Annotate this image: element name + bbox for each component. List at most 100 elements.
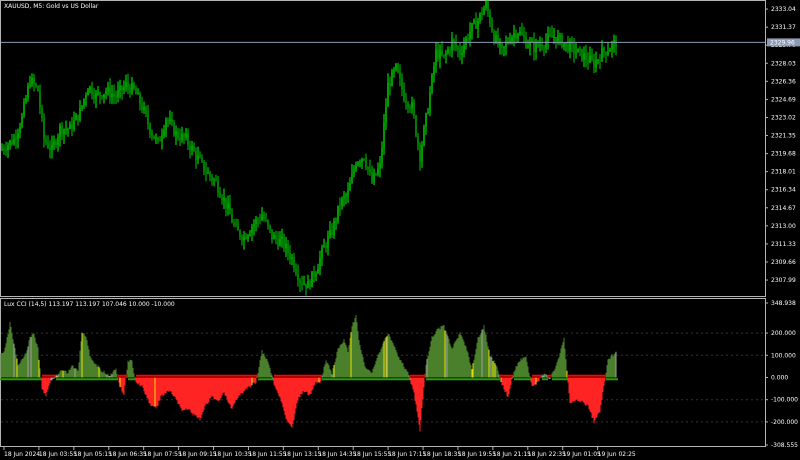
candle-body (371, 171, 373, 183)
candle-body (163, 130, 165, 136)
candle-body (427, 111, 429, 114)
candle-body (325, 245, 327, 248)
candle-body (201, 157, 203, 161)
candle-body (615, 40, 617, 47)
candle-body (189, 144, 191, 151)
candle-body (301, 282, 303, 285)
candle-body (241, 236, 243, 241)
candle-body (235, 224, 237, 226)
candle-body (515, 33, 517, 39)
candle-body (311, 271, 313, 288)
candle-body (513, 33, 515, 37)
candle-body (83, 98, 85, 106)
candle-body (391, 71, 393, 86)
candle-body (51, 144, 53, 151)
candle-body (133, 83, 135, 89)
candle-body (39, 91, 41, 108)
candle-body (61, 125, 63, 135)
candle-body (295, 268, 297, 274)
candle-body (195, 150, 197, 160)
candle-body (349, 183, 351, 191)
price-axis-label: 2333.04 (771, 6, 796, 13)
candle-body (491, 23, 493, 32)
indicator-axis-label: 200.000 (771, 330, 796, 337)
candle-body (197, 155, 199, 160)
candle-body (423, 126, 425, 146)
time-axis-label: 19 Jun 02:25 (598, 451, 636, 458)
candle-body (573, 43, 575, 54)
candle-body (581, 48, 583, 61)
candle-body (435, 49, 437, 67)
price-axis-label: 2324.69 (771, 96, 796, 103)
candle-body (81, 105, 83, 109)
trading-chart[interactable]: XAUUSD, M5: Gold vs US Dollar 2333.04 233… (0, 0, 800, 460)
candle-body (281, 236, 283, 239)
candle-body (449, 49, 451, 51)
candle-body (605, 51, 607, 55)
candle-body (297, 273, 299, 281)
candle-body (41, 107, 43, 118)
time-axis-label: 18 Jun 05:15 (74, 451, 112, 458)
candle-body (35, 83, 37, 87)
candle-body (495, 35, 497, 43)
candle-body (345, 195, 347, 197)
candle-body (383, 122, 385, 148)
candle-body (79, 108, 81, 121)
candle-body (193, 146, 195, 151)
candle-body (237, 225, 239, 231)
candle-body (609, 49, 611, 52)
candle-body (419, 144, 421, 162)
time-axis-label: 18 Jun 10:35 (214, 451, 252, 458)
candle-body (187, 133, 189, 145)
candle-body (13, 138, 15, 145)
candle-body (3, 148, 5, 151)
candle-body (219, 192, 221, 198)
candle-body (359, 162, 361, 164)
candle-body (15, 138, 17, 140)
candle-body (579, 48, 581, 50)
candle-body (365, 159, 367, 168)
candle-body (7, 145, 9, 151)
candle-body (299, 280, 301, 283)
candle-body (413, 102, 415, 116)
candle-body (595, 60, 597, 68)
candle-body (415, 115, 417, 136)
candle-body (431, 74, 433, 93)
candle-body (279, 238, 281, 246)
indicator-axis-label: -200.000 (771, 419, 798, 426)
candle-body (481, 13, 483, 15)
time-axis-label: 18 Jun 15:55 (353, 451, 391, 458)
candle-body (285, 243, 287, 249)
candle-body (107, 86, 109, 92)
candle-body (599, 59, 601, 62)
candle-body (89, 86, 91, 90)
candle-body (69, 123, 71, 129)
candle-body (37, 86, 39, 92)
candle-body (277, 238, 279, 246)
candle-body (367, 167, 369, 169)
candle-body (59, 125, 61, 138)
candle-body (441, 50, 443, 55)
candle-body (399, 72, 401, 79)
candle-body (433, 66, 435, 75)
candle-body (171, 119, 173, 123)
candle-body (487, 0, 489, 12)
candle-body (537, 42, 539, 46)
candle-body (597, 59, 599, 61)
candle-body (593, 59, 595, 68)
candle-body (353, 169, 355, 174)
time-axis-label: 18 Jun 07:55 (144, 451, 182, 458)
candle-body (451, 39, 453, 51)
candle-body (603, 47, 605, 52)
candle-body (305, 283, 307, 289)
price-axis-label: 2331.37 (771, 24, 796, 31)
candle-body (53, 141, 55, 145)
candle-body (221, 197, 223, 201)
candle-body (283, 236, 285, 249)
candle-body (191, 146, 193, 151)
candle-body (303, 283, 305, 285)
candle-body (31, 77, 33, 85)
candle-body (357, 162, 359, 166)
candle-body (493, 31, 495, 43)
candle-body (369, 168, 371, 172)
